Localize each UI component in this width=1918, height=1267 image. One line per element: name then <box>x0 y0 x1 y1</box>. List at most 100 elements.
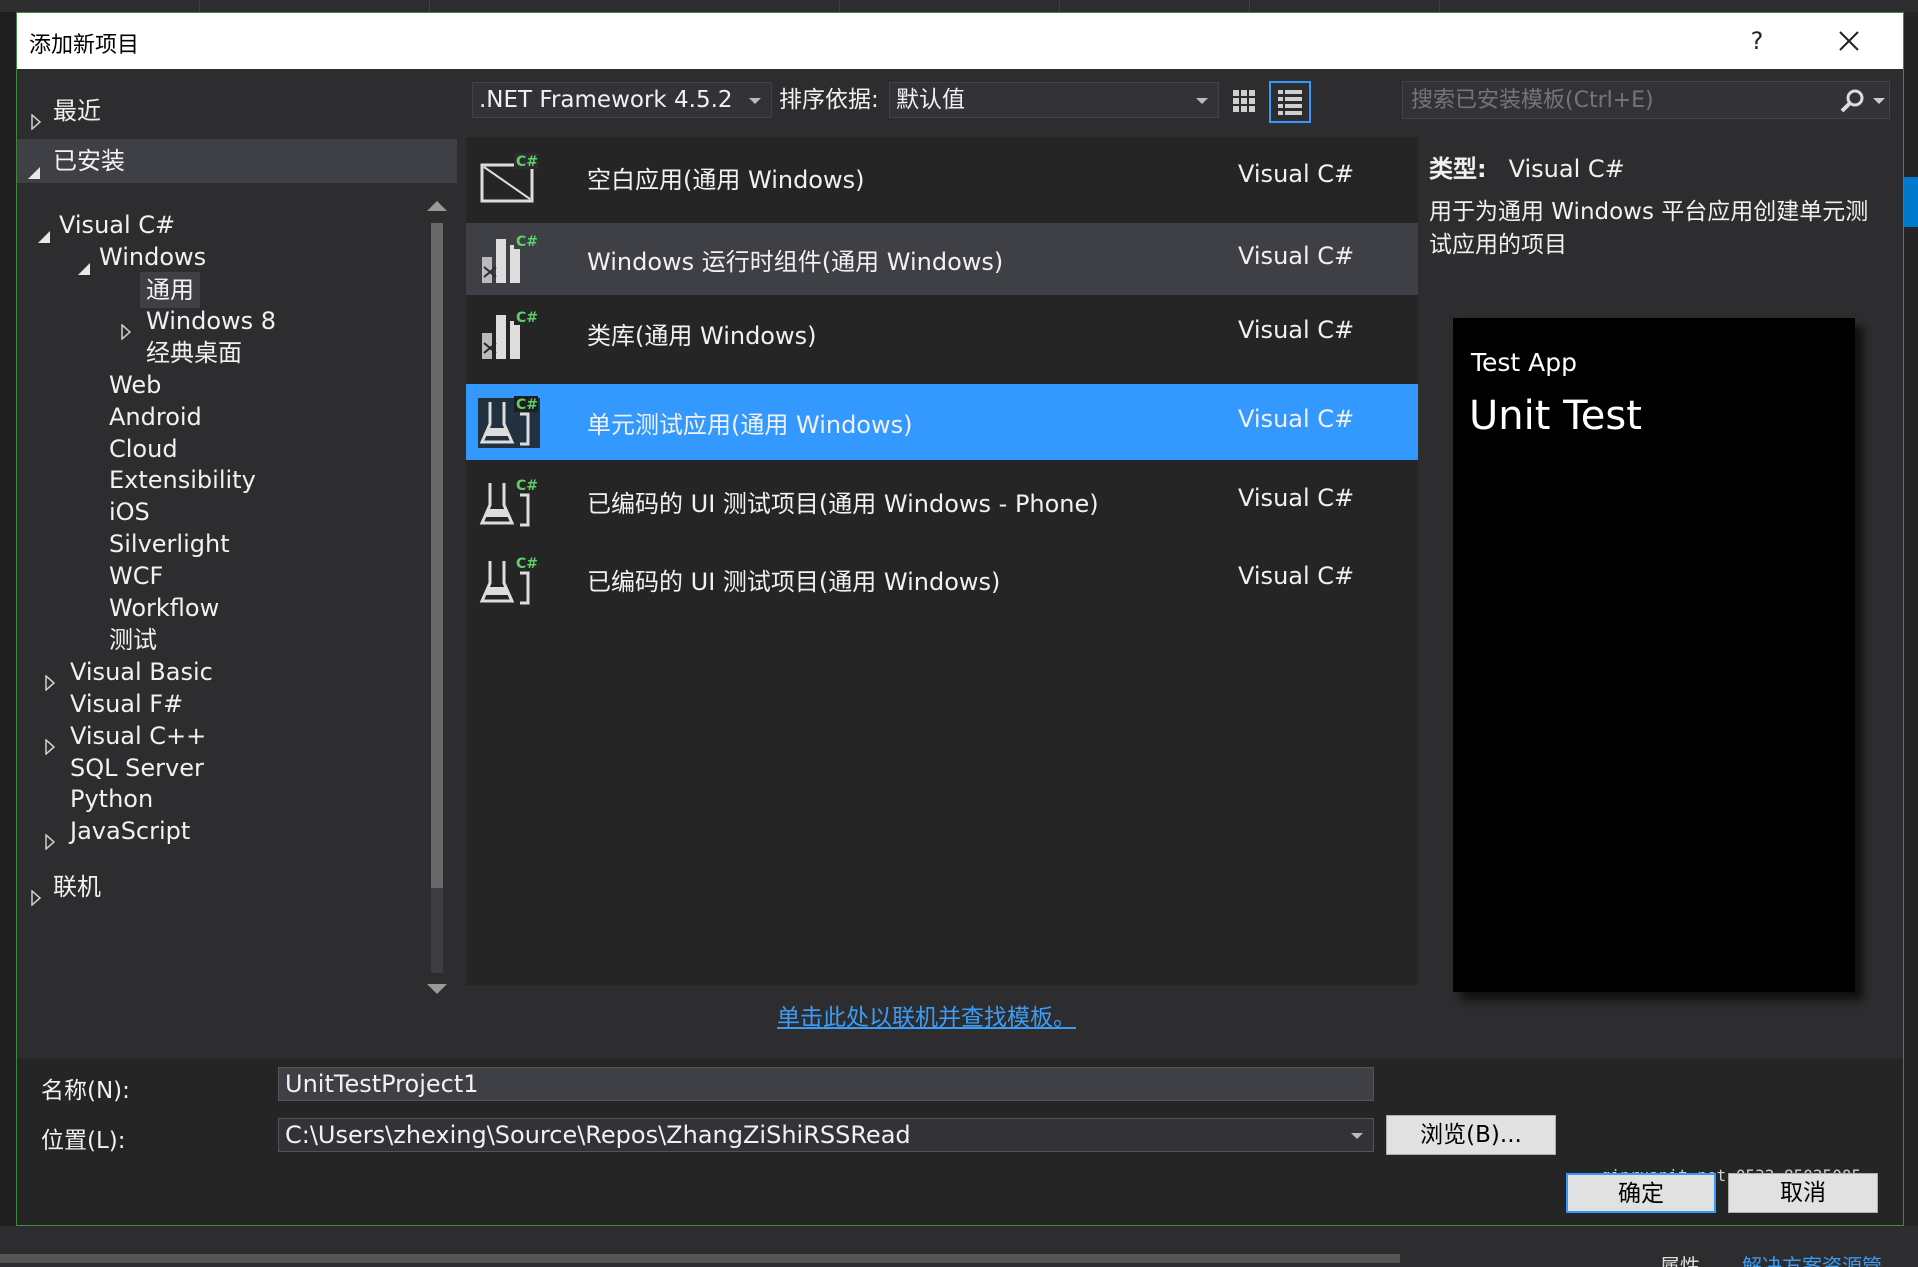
type-label: 类型: <box>1429 155 1487 183</box>
template-name: 已编码的 UI 测试项目(通用 Windows) <box>587 568 1001 596</box>
tree-item-android[interactable]: Android <box>109 399 202 435</box>
find-templates-online-link[interactable]: 单击此处以联机并查找模板。 <box>777 998 1076 1032</box>
tree-item-web[interactable]: Web <box>109 367 161 403</box>
tree-item-workflow[interactable]: Workflow <box>109 590 219 626</box>
template-row-class-library[interactable]: C# 类库(通用 Windows) Visual C# <box>466 301 1418 367</box>
template-row-runtime-component[interactable]: C# Windows 运行时组件(通用 Windows) Visual C# <box>466 223 1418 295</box>
template-row-blank-app[interactable]: C# 空白应用(通用 Windows) Visual C# <box>466 145 1418 211</box>
tree-item-label: Visual F# <box>70 690 184 718</box>
tree-item-label: Cloud <box>109 435 178 463</box>
svg-text:C#: C# <box>516 397 538 413</box>
template-language: Visual C# <box>1238 316 1355 344</box>
template-row-coded-ui[interactable]: C# 已编码的 UI 测试项目(通用 Windows) Visual C# <box>466 547 1418 613</box>
ide-side-panel <box>1904 12 1918 1267</box>
search-input[interactable] <box>1403 82 1823 118</box>
template-preview: Test App Unit Test <box>1453 318 1855 992</box>
tree-item-ios[interactable]: iOS <box>109 494 150 530</box>
collapse-icon[interactable] <box>37 218 51 254</box>
close-icon <box>1839 31 1859 51</box>
ide-editor-left <box>0 12 16 1267</box>
search-icon[interactable] <box>1839 88 1865 114</box>
expand-icon[interactable] <box>45 824 56 860</box>
expand-icon[interactable] <box>31 880 42 916</box>
ide-tab[interactable] <box>430 0 840 12</box>
tree-item-silverlight[interactable]: Silverlight <box>109 526 230 562</box>
template-language: Visual C# <box>1238 160 1355 188</box>
template-row-unit-test-app[interactable]: C# 单元测试应用(通用 Windows) Visual C# <box>466 384 1418 460</box>
template-language: Visual C# <box>1238 562 1355 590</box>
template-name: 空白应用(通用 Windows) <box>587 166 865 194</box>
scroll-down-icon[interactable] <box>427 984 447 994</box>
template-list: C# 空白应用(通用 Windows) Visual C# C# Windows… <box>466 137 1418 985</box>
cancel-button[interactable]: 取消 <box>1728 1173 1878 1213</box>
tree-item-extensibility[interactable]: Extensibility <box>109 462 256 498</box>
svg-text:C#: C# <box>516 154 538 170</box>
tree-item-label: Silverlight <box>109 530 230 558</box>
search-options-chevron-icon[interactable] <box>1873 98 1885 104</box>
ide-horizontal-scrollbar[interactable] <box>0 1254 1400 1263</box>
framework-dropdown[interactable]: .NET Framework 4.5.2 <box>472 82 772 118</box>
tree-item-test[interactable]: 测试 <box>109 622 157 658</box>
coded-ui-test-icon: C# <box>479 477 538 527</box>
template-category-nav: 最近 已安装 Visual C# Windows 通用 Windows 8 经典… <box>17 69 457 1064</box>
svg-text:C#: C# <box>516 478 538 494</box>
grid-view-icon <box>1233 90 1255 112</box>
expand-icon[interactable] <box>45 729 56 765</box>
blank-app-icon: C# <box>480 153 538 203</box>
scroll-up-icon[interactable] <box>427 201 447 211</box>
expand-icon[interactable] <box>121 314 132 350</box>
preview-title: Test App <box>1471 348 1578 377</box>
tree-item-label: Android <box>109 403 202 431</box>
chevron-down-icon[interactable] <box>1351 1133 1363 1139</box>
tree-scrollbar[interactable] <box>422 191 452 1011</box>
template-name: 类库(通用 Windows) <box>587 322 817 350</box>
location-label: 位置(L): <box>41 1128 126 1154</box>
sort-value: 默认值 <box>896 87 965 113</box>
template-name: 单元测试应用(通用 Windows) <box>587 411 913 439</box>
ide-tab[interactable] <box>1060 0 1250 12</box>
name-label: 名称(N): <box>41 1078 130 1104</box>
ide-tab[interactable] <box>40 0 200 12</box>
ide-tab[interactable] <box>1250 0 1440 12</box>
tree-item-classic-desktop[interactable]: 经典桌面 <box>146 335 242 371</box>
tree-item-label: Windows 8 <box>146 307 277 335</box>
template-language: Visual C# <box>1238 242 1355 270</box>
expand-icon[interactable] <box>45 665 56 701</box>
close-button[interactable] <box>1827 19 1871 63</box>
help-button[interactable]: ? <box>1737 19 1777 63</box>
add-new-item-dialog: 添加新项目 ? 最近 已安装 Visual C# Windows 通用 Wind… <box>16 12 1904 1226</box>
browse-button[interactable]: 浏览(B)... <box>1386 1115 1556 1155</box>
collapse-icon[interactable] <box>77 250 91 286</box>
expand-icon[interactable] <box>31 104 42 140</box>
tree-item-label: Python <box>70 785 154 813</box>
project-name-field[interactable]: UnitTestProject1 <box>278 1067 1374 1101</box>
collapse-icon[interactable] <box>27 154 41 190</box>
location-value: C:\Users\zhexing\Source\Repos\ZhangZiShi… <box>285 1121 911 1149</box>
svg-text:C#: C# <box>516 234 538 250</box>
ok-button[interactable]: 确定 <box>1566 1173 1716 1213</box>
project-location-field[interactable]: C:\Users\zhexing\Source\Repos\ZhangZiShi… <box>278 1118 1374 1152</box>
tree-item-wcf[interactable]: WCF <box>109 558 163 594</box>
nav-online-label: 联机 <box>53 873 101 901</box>
properties-tab[interactable]: 属性 <box>1660 1250 1700 1267</box>
chevron-down-icon <box>1196 98 1208 104</box>
ide-bottom-bar: 属性 解决方案资源管 <box>0 1226 1918 1267</box>
sort-dropdown[interactable]: 默认值 <box>889 82 1219 118</box>
small-icons-view-button[interactable] <box>1225 82 1263 120</box>
scroll-thumb[interactable] <box>431 223 443 888</box>
solution-explorer-tab[interactable]: 解决方案资源管 <box>1742 1250 1882 1267</box>
svg-text:C#: C# <box>516 310 538 326</box>
ide-tab[interactable] <box>840 0 1060 12</box>
template-search-box[interactable] <box>1402 81 1890 119</box>
dialog-title: 添加新项目 <box>29 33 140 58</box>
nav-recent-label: 最近 <box>53 97 101 125</box>
template-row-coded-ui-phone[interactable]: C# 已编码的 UI 测试项目(通用 Windows - Phone) Visu… <box>466 469 1418 535</box>
ide-tab[interactable] <box>200 0 430 12</box>
tree-item-visual-fsharp[interactable]: Visual F# <box>70 686 183 722</box>
template-language: Visual C# <box>1238 484 1355 512</box>
dialog-titlebar: 添加新项目 ? <box>17 13 1903 69</box>
framework-value: .NET Framework 4.5.2 <box>479 87 733 113</box>
tree-item-label: 经典桌面 <box>146 339 242 367</box>
list-view-button[interactable] <box>1269 81 1311 123</box>
tree-item-python[interactable]: Python <box>70 781 153 817</box>
